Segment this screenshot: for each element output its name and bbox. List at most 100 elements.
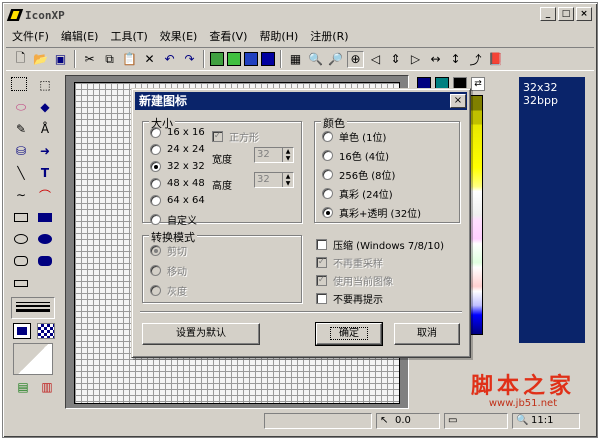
icon-size-list[interactable]: 32x32 32bpp (519, 77, 585, 343)
color-option-label: 256色 (8位) (339, 171, 396, 182)
zoom-out-icon[interactable]: 🔎 (327, 51, 344, 68)
spin-arrows-icon[interactable]: ▲ ▼ (282, 148, 293, 162)
size-option-label: 48 x 48 (167, 178, 205, 189)
palette-icon-1[interactable]: ▤ (13, 377, 33, 397)
new-icon[interactable]: 🗋 (12, 51, 29, 68)
color-option-4bit[interactable]: 16色 (4位) (322, 148, 389, 163)
color-swap-box[interactable] (13, 343, 53, 375)
rotate-right-icon[interactable]: ⤴ (467, 51, 484, 68)
set-default-button[interactable]: 设置为默认 (142, 323, 260, 345)
square-checkbox[interactable]: ✓ 正方形 (212, 129, 259, 144)
convert-option-gray[interactable]: 灰度 (150, 283, 187, 298)
menu-file[interactable]: 文件(F) (6, 26, 55, 44)
main-toolbar: 🗋 📂 ▣ ✂ ⧉ 📋 ✕ ↶ ↷ ▦ 🔍 🔎 ⊕ ◁ ⇕ ▷ ↔ ↕ ⤴ 📕 (6, 47, 594, 71)
dont-show-checkbox[interactable]: 不要再提示 (316, 291, 383, 306)
pencil-icon[interactable]: ✎ (11, 119, 31, 139)
use-current-checkbox[interactable]: ✓ 使用当前图像 (316, 273, 393, 288)
library-icon[interactable]: 📕 (487, 51, 504, 68)
preview-icon-4[interactable]: ⇄ (471, 77, 485, 91)
status-bar: ↖ 0.0 ▭ 🔍 11:1 (6, 411, 594, 431)
no-resample-checkbox[interactable]: ✓ 不再重采样 (316, 255, 383, 270)
arc-icon[interactable]: ⌒ (35, 185, 55, 205)
ellipse-outline-icon[interactable] (11, 229, 31, 249)
size-option-16[interactable]: 16 x 16 (150, 127, 205, 138)
color3-icon[interactable] (244, 52, 258, 66)
height-spinner[interactable]: 32 ▲ ▼ (254, 172, 294, 188)
menu-help[interactable]: 帮助(H) (253, 26, 304, 44)
minimize-button[interactable]: _ (540, 7, 556, 21)
color-option-24bit[interactable]: 真彩 (24位) (322, 186, 393, 201)
select-rect-icon[interactable] (11, 77, 27, 91)
zoom-in-icon[interactable]: 🔍 (307, 51, 324, 68)
fill-icon[interactable]: ◆ (35, 97, 55, 117)
shape-icon[interactable] (11, 273, 31, 293)
size-option-48[interactable]: 48 x 48 (150, 178, 205, 189)
line-width-selector[interactable] (11, 297, 55, 319)
size-option-64[interactable]: 64 x 64 (150, 195, 205, 206)
copy-icon[interactable]: ⧉ (101, 51, 118, 68)
convert-option-crop[interactable]: 剪切 (150, 243, 187, 258)
ok-button[interactable]: 确定 (315, 322, 383, 346)
redo-icon[interactable]: ↷ (181, 51, 198, 68)
color4-icon[interactable] (261, 52, 275, 66)
dialog-close-button[interactable]: × (450, 94, 466, 108)
bucket-icon[interactable]: ⛁ (11, 141, 31, 161)
curve-icon[interactable]: ∼ (11, 185, 31, 205)
color-option-32bit[interactable]: 真彩+透明 (32位) (322, 205, 421, 220)
zoom-fit-icon[interactable]: ⊕ (347, 50, 364, 68)
watermark-text: 脚本之家 (470, 373, 575, 399)
roundrect-filled-icon[interactable] (35, 251, 55, 271)
color-option-1bit[interactable]: 单色 (1位) (322, 129, 386, 144)
flip-horizontal-icon[interactable]: ↔ (427, 51, 444, 68)
convert-option-move[interactable]: 移动 (150, 263, 187, 278)
open-icon[interactable]: 📂 (32, 51, 49, 68)
fg-color-box[interactable] (13, 323, 31, 339)
palette-icon-2[interactable]: ▥ (37, 377, 57, 397)
menu-tools[interactable]: 工具(T) (104, 26, 153, 44)
close-button[interactable]: × (576, 7, 592, 21)
brush-icon[interactable]: ➜ (35, 141, 55, 161)
depth-item[interactable]: 32bpp (523, 94, 585, 107)
menu-register[interactable]: 注册(R) (304, 26, 354, 44)
spin-arrows-icon[interactable]: ▲ ▼ (282, 173, 293, 187)
ellipse-filled-icon[interactable] (35, 229, 55, 249)
select-magic-icon[interactable]: ⬚ (35, 75, 55, 95)
color1-icon[interactable] (210, 52, 224, 66)
compress-checkbox[interactable]: 压缩 (Windows 7/8/10) (316, 237, 444, 252)
rect-outline-icon[interactable] (11, 207, 31, 227)
arrow-right-icon[interactable]: ▷ (407, 51, 424, 68)
checkbox-icon (316, 239, 327, 250)
rect-filled-icon[interactable] (35, 207, 55, 227)
line-icon[interactable]: ╲ (11, 163, 31, 183)
text-pen-icon[interactable]: Å (35, 119, 55, 139)
text-icon[interactable]: T (35, 163, 55, 183)
flip-vertical-icon[interactable]: ⇕ (387, 51, 404, 68)
rotate-icon[interactable]: ↕ (447, 51, 464, 68)
watermark-logo: 脚本之家 www.jb51.net (458, 368, 588, 409)
menu-edit[interactable]: 编辑(E) (55, 26, 105, 44)
menu-view[interactable]: 查看(V) (203, 26, 253, 44)
grid-icon[interactable]: ▦ (287, 51, 304, 68)
paste-icon[interactable]: 📋 (121, 51, 138, 68)
size-option-24[interactable]: 24 x 24 (150, 144, 205, 155)
size-option-32[interactable]: 32 x 32 (150, 161, 205, 172)
dont-show-label: 不要再提示 (333, 295, 383, 306)
arrow-left-icon[interactable]: ◁ (367, 51, 384, 68)
eraser-icon[interactable]: ⬭ (11, 97, 31, 117)
color2-icon[interactable] (227, 52, 241, 66)
transparent-color-icon[interactable] (37, 323, 55, 339)
roundrect-outline-icon[interactable] (11, 251, 31, 271)
size-option-label: 24 x 24 (167, 144, 205, 155)
width-spinner[interactable]: 32 ▲ ▼ (254, 147, 294, 163)
cut-icon[interactable]: ✂ (81, 51, 98, 68)
save-icon[interactable]: ▣ (52, 51, 69, 68)
color-option-8bit[interactable]: 256色 (8位) (322, 167, 395, 182)
menu-effects[interactable]: 效果(E) (154, 26, 204, 44)
delete-icon[interactable]: ✕ (141, 51, 158, 68)
cancel-button[interactable]: 取消 (394, 323, 460, 345)
size-item[interactable]: 32x32 (523, 81, 585, 94)
size-option-custom[interactable]: 自定义 (150, 212, 197, 227)
undo-icon[interactable]: ↶ (161, 51, 178, 68)
color-swatch-strip[interactable] (469, 95, 483, 335)
maximize-button[interactable]: □ (558, 7, 574, 21)
